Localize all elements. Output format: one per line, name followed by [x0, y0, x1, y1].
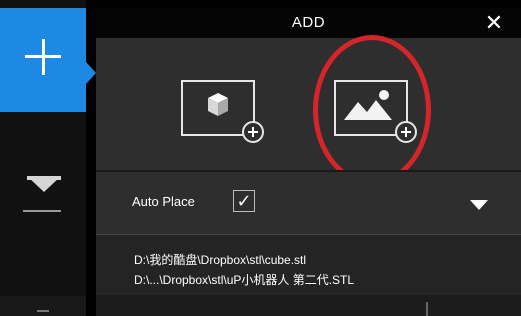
- auto-place-row: Auto Place ✓: [96, 172, 521, 234]
- layflat-icon-base: [23, 210, 61, 212]
- close-icon: ✕: [484, 10, 504, 35]
- dropdown-arrow-icon[interactable]: [470, 200, 488, 210]
- checkmark-icon: ✓: [236, 191, 252, 211]
- close-button[interactable]: ✕: [482, 11, 506, 35]
- panel-footer: [96, 295, 521, 316]
- footer-tick: [426, 302, 428, 316]
- recent-file-item[interactable]: D:\...\Dropbox\stl\uP小机器人 第二代.STL: [134, 271, 354, 288]
- add-button[interactable]: [0, 8, 96, 112]
- layflat-button[interactable]: [18, 170, 68, 220]
- recent-files-list: D:\我的酷盘\Dropbox\stl\cube.stl D:\...\Drop…: [96, 235, 521, 295]
- layflat-icon: [27, 176, 61, 192]
- left-toolbar: [0, 0, 96, 316]
- add-options: [96, 35, 521, 185]
- recent-file-item[interactable]: D:\我的酷盘\Dropbox\stl\cube.stl: [134, 251, 306, 268]
- active-pointer: [86, 62, 96, 84]
- add-panel: ADD ✕ Auto Place ✓ D:\我的酷盘\Dropbox\stl\c…: [96, 8, 521, 316]
- footer-tick: [37, 310, 49, 312]
- panel-title: ADD: [291, 14, 326, 31]
- auto-place-checkbox[interactable]: ✓: [233, 190, 255, 212]
- left-toolbar-footer: [0, 296, 86, 316]
- panel-header: ADD ✕: [96, 8, 521, 38]
- add-model-button[interactable]: [181, 80, 264, 143]
- add-badge-icon: [242, 121, 264, 143]
- highlight-circle: [313, 35, 431, 185]
- auto-place-label: Auto Place: [132, 194, 195, 209]
- plus-icon-vertical: [41, 39, 45, 75]
